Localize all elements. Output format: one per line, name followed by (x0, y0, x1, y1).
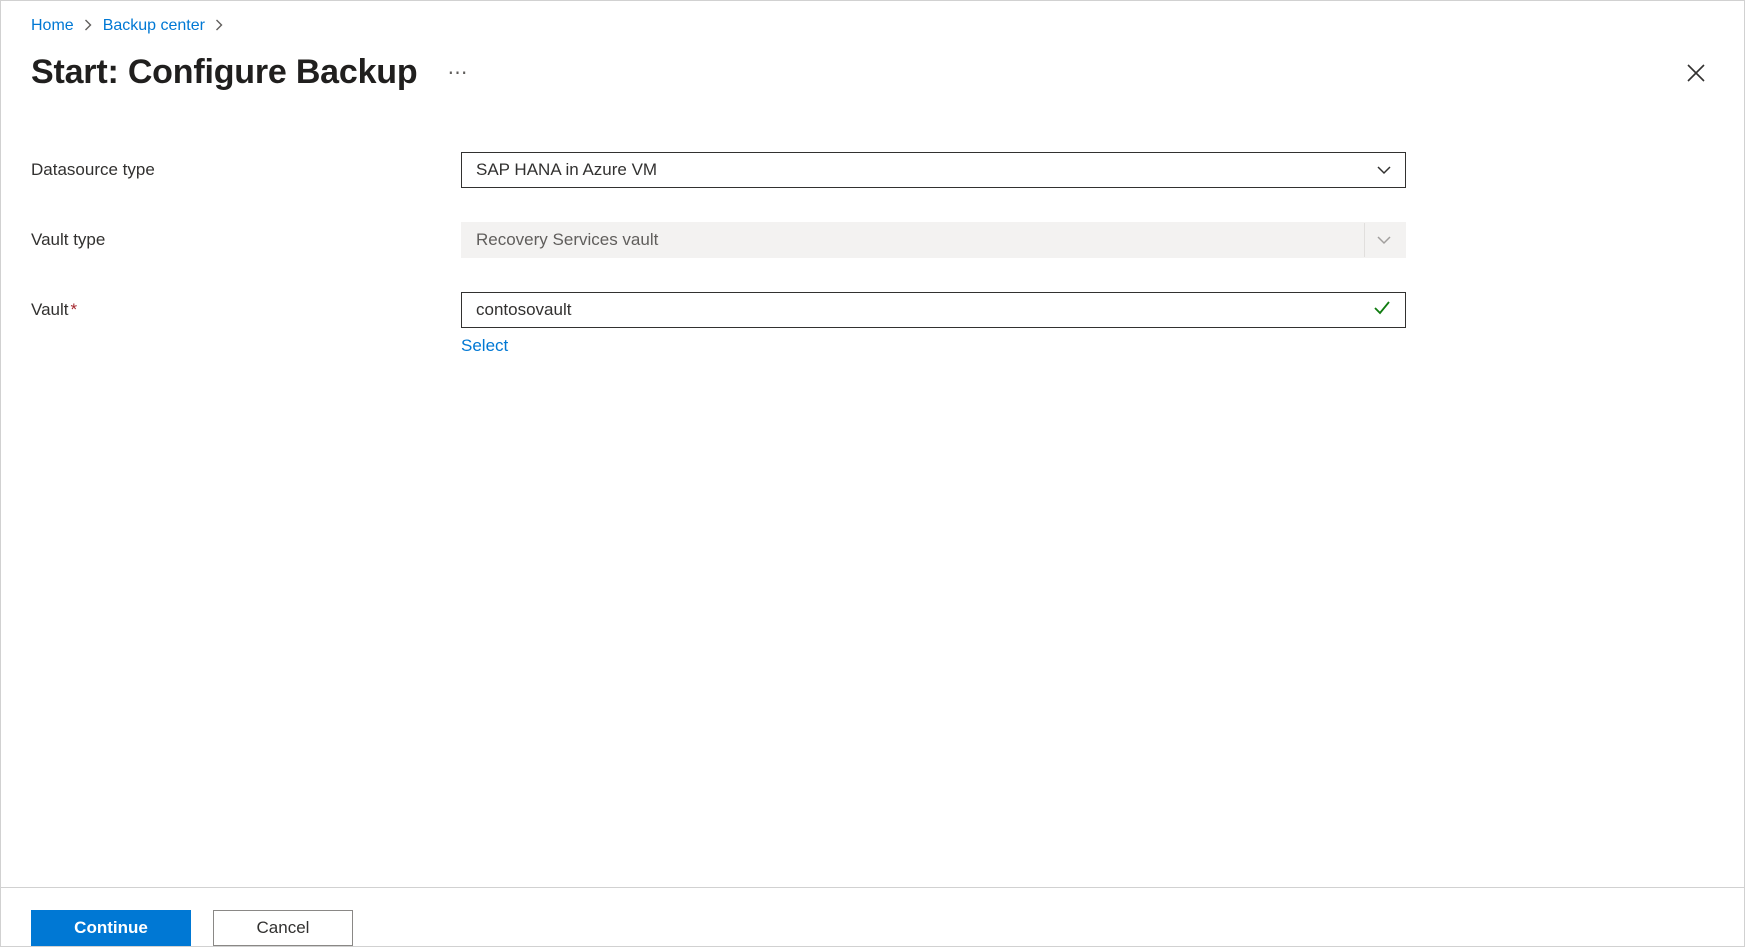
breadcrumb: Home Backup center (31, 17, 1714, 35)
vault-row: Vault* contosovault Select (31, 292, 1431, 356)
breadcrumb-backup-center[interactable]: Backup center (103, 17, 205, 35)
vault-type-select: Recovery Services vault (461, 222, 1406, 258)
datasource-type-value: SAP HANA in Azure VM (476, 160, 1377, 180)
configure-backup-form: Datasource type SAP HANA in Azure VM Vau… (31, 152, 1431, 356)
vault-input-value: contosovault (476, 300, 1373, 320)
close-icon (1686, 63, 1706, 83)
checkmark-icon (1373, 299, 1391, 322)
vault-label: Vault* (31, 292, 461, 320)
datasource-type-row: Datasource type SAP HANA in Azure VM (31, 152, 1431, 188)
vault-type-row: Vault type Recovery Services vault (31, 222, 1431, 258)
footer-actions: Continue Cancel (1, 887, 1744, 946)
close-button[interactable] (1678, 55, 1714, 91)
chevron-down-icon (1377, 153, 1391, 187)
datasource-type-label: Datasource type (31, 152, 461, 180)
vault-type-value: Recovery Services vault (476, 230, 1364, 250)
page-title: Start: Configure Backup (31, 53, 417, 92)
cancel-button[interactable]: Cancel (213, 910, 353, 946)
page-header: Start: Configure Backup ⋯ (31, 53, 1714, 92)
vault-input[interactable]: contosovault (461, 292, 1406, 328)
datasource-type-select[interactable]: SAP HANA in Azure VM (461, 152, 1406, 188)
chevron-right-icon (215, 18, 224, 34)
chevron-down-icon (1364, 223, 1391, 257)
continue-button[interactable]: Continue (31, 910, 191, 946)
select-vault-link[interactable]: Select (461, 336, 508, 356)
vault-type-label: Vault type (31, 222, 461, 250)
chevron-right-icon (84, 18, 93, 34)
breadcrumb-home[interactable]: Home (31, 17, 74, 35)
more-actions-button[interactable]: ⋯ (441, 59, 475, 87)
required-asterisk: * (71, 300, 78, 319)
